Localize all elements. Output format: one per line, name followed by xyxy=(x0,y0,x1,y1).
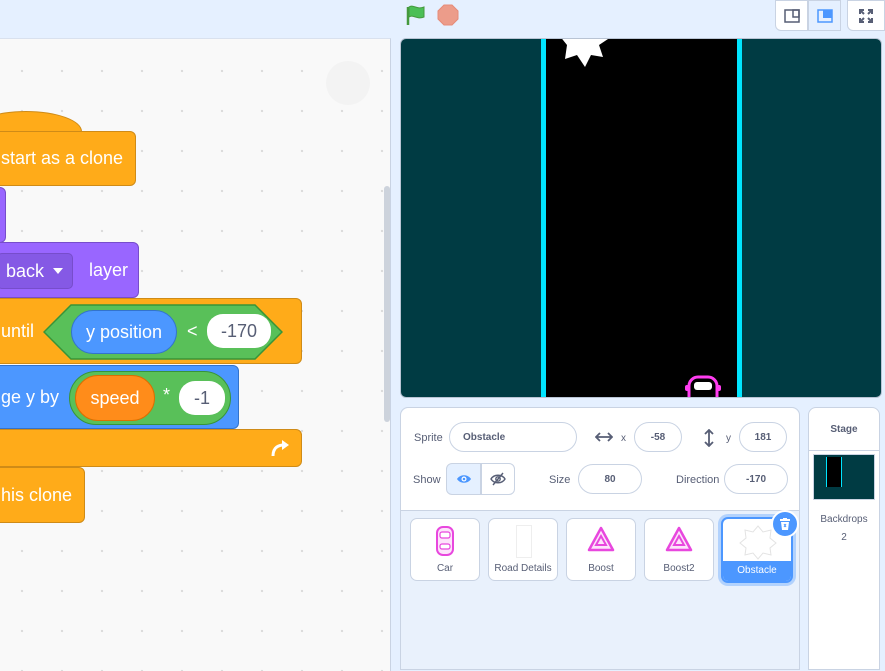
x-arrows-icon xyxy=(595,432,613,442)
layer-dropdown[interactable]: back xyxy=(0,253,73,289)
layout-buttons xyxy=(775,0,885,31)
sprite-tile-road-details[interactable]: Road Details xyxy=(488,518,558,581)
x-input[interactable]: -58 xyxy=(634,422,682,452)
trash-icon xyxy=(780,517,790,530)
y-limit-value: -170 xyxy=(220,320,258,341)
sprite-tile-name: Boost xyxy=(588,563,614,574)
eye-hidden-icon xyxy=(490,472,506,486)
backdrops-label: Backdrops xyxy=(820,514,868,525)
size-input[interactable]: 80 xyxy=(578,464,642,494)
boost-icon xyxy=(587,526,615,552)
sprite-tile-name: Obstacle xyxy=(723,561,791,581)
lane-line-right xyxy=(737,39,742,397)
y-input[interactable]: 181 xyxy=(739,422,787,452)
sprite-tile-boost2[interactable]: Boost2 xyxy=(644,518,714,581)
code-area[interactable]: start as a clone back layer until y posi… xyxy=(0,38,391,671)
layer-suffix: layer xyxy=(89,259,129,280)
direction-value: -170 xyxy=(745,473,766,485)
normal-stage-button[interactable] xyxy=(808,0,841,31)
obstacle-sprite[interactable] xyxy=(551,38,621,71)
show-visible-button[interactable] xyxy=(446,463,481,495)
go-back-layer-block[interactable]: back layer xyxy=(0,242,139,298)
layer-dropdown-label: back xyxy=(6,260,45,281)
small-stage-icon xyxy=(783,8,800,23)
green-flag-icon[interactable] xyxy=(404,4,428,26)
repeat-prefix: until xyxy=(1,320,35,341)
fullscreen-button[interactable] xyxy=(847,0,885,31)
looks-block[interactable] xyxy=(0,187,6,243)
multiply-input[interactable]: -1 xyxy=(179,381,225,415)
stage-selector-header: Stage xyxy=(809,408,879,451)
stage-thumbnail-road xyxy=(826,457,842,487)
sprite-name-value: Obstacle xyxy=(463,431,506,443)
size-label: Size xyxy=(549,474,571,486)
y-position-label: y position xyxy=(85,321,163,342)
direction-label: Direction xyxy=(676,474,720,486)
y-arrows-icon xyxy=(704,429,714,447)
y-value: 181 xyxy=(754,431,772,443)
delete-label: his clone xyxy=(1,484,73,505)
multiply-value: -1 xyxy=(193,387,210,408)
x-label: x xyxy=(621,433,626,444)
sprite-tile-car[interactable]: Car xyxy=(410,518,480,581)
size-value: 80 xyxy=(604,473,616,485)
zoom-circle xyxy=(326,61,370,105)
speed-label: speed xyxy=(90,387,140,408)
normal-stage-icon xyxy=(816,8,833,23)
y-label: y xyxy=(726,433,731,444)
y-position-reporter[interactable]: y position xyxy=(71,310,177,354)
road-icon xyxy=(516,525,532,558)
stage-canvas[interactable] xyxy=(400,38,882,398)
change-prefix: ge y by xyxy=(1,386,60,407)
backdrops-count: 2 xyxy=(841,532,847,543)
stop-icon[interactable] xyxy=(437,4,459,26)
change-y-by-block[interactable]: ge y by speed * -1 xyxy=(0,365,239,429)
less-than-symbol: < xyxy=(187,321,198,341)
repeat-until-end[interactable] xyxy=(0,429,302,467)
stage-thumbnail[interactable] xyxy=(813,454,875,500)
sprite-info-panel: Sprite Obstacle x -58 y 181 Show Size 80… xyxy=(400,407,800,670)
sprite-tile-name: Road Details xyxy=(494,563,552,574)
lane-line-left xyxy=(541,39,546,397)
sprite-tile-name: Car xyxy=(436,563,454,574)
car-sprite[interactable] xyxy=(683,373,723,398)
code-scrollbar[interactable] xyxy=(384,186,390,422)
sprite-label: Sprite xyxy=(414,432,443,444)
x-value: -58 xyxy=(650,431,666,443)
road xyxy=(543,39,741,397)
hat-label: start as a clone xyxy=(1,148,124,168)
small-stage-button[interactable] xyxy=(775,0,808,31)
multiply-symbol: * xyxy=(163,385,171,405)
stage-title: Stage xyxy=(830,423,858,435)
repeat-until-block[interactable]: until y position < -170 xyxy=(0,298,302,364)
speed-variable[interactable]: speed xyxy=(75,375,155,421)
sprite-tile-name: Boost2 xyxy=(663,563,695,574)
y-limit-input[interactable]: -170 xyxy=(207,314,271,348)
eye-icon xyxy=(456,475,471,483)
delete-sprite-button[interactable] xyxy=(771,510,799,538)
when-start-as-clone-block[interactable]: start as a clone xyxy=(0,131,136,186)
show-hidden-button[interactable] xyxy=(481,463,515,495)
direction-input[interactable]: -170 xyxy=(724,464,788,494)
sprite-name-input[interactable]: Obstacle xyxy=(449,422,577,452)
car-icon xyxy=(436,526,454,556)
fullscreen-icon xyxy=(859,8,873,23)
chevron-down-icon xyxy=(53,268,64,274)
stage-selector-panel[interactable]: Stage Backdrops 2 xyxy=(808,407,880,670)
show-label: Show xyxy=(413,474,441,486)
sprite-tile-boost[interactable]: Boost xyxy=(566,518,636,581)
delete-this-clone-block[interactable]: his clone xyxy=(0,467,85,523)
loop-arrow-icon xyxy=(271,440,289,457)
boost-icon xyxy=(665,526,693,552)
